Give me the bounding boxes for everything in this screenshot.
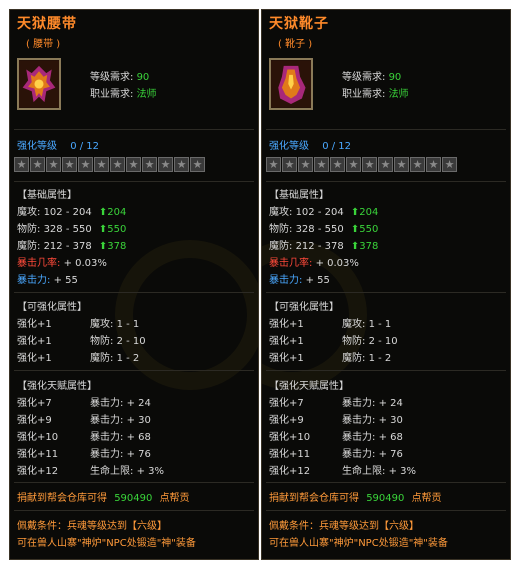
enhance-stars: ★ ★ ★ ★ ★ ★ ★ ★ ★ ★ ★ ★ [14,157,205,172]
enh-attr-value: 魔防: 1 - 2 [342,353,392,364]
belt-icon [17,58,61,110]
item-type: ( 腰带 ) [26,39,61,50]
star-icon: ★ [126,157,141,172]
star-icon: ★ [78,157,93,172]
enh-attr-header: 【可强化属性】 [17,302,87,313]
talent-value: 暴击力: + 30 [342,415,403,426]
item-title: 天狱腰带 [17,16,77,32]
class-requirement: 职业需求: 法师 [90,89,157,100]
enh-attr-value: 魔防: 1 - 2 [90,353,140,364]
donate-info: 捐献到帮会仓库可得 590490 点帮贡 [17,493,190,504]
class-requirement: 职业需求: 法师 [342,89,409,100]
talent-value: 暴击力: + 24 [90,398,151,409]
enh-attr-value: 物防: 2 - 10 [342,336,398,347]
enhance-level: 强化等级 0 / 12 [269,141,352,152]
level-requirement: 等级需求: 90 [90,72,150,83]
enhance-stars: ★ ★ ★ ★ ★ ★ ★ ★ ★ ★ ★ ★ [266,157,457,172]
star-icon: ★ [62,157,77,172]
wear-condition: 佩戴条件：兵魂等级达到【六级】 [269,521,419,532]
base-attr-row: 物防: 328 - 550 ⬆550 [269,224,379,235]
enh-attr-header: 【可强化属性】 [269,302,339,313]
star-icon: ★ [30,157,45,172]
donate-info: 捐献到帮会仓库可得 590490 点帮贡 [269,493,442,504]
star-icon: ★ [442,157,457,172]
talent-value: 生命上限: + 3% [342,466,416,477]
star-icon: ★ [14,157,29,172]
talent-row: 强化+11 [17,449,59,460]
star-icon: ★ [330,157,345,172]
talent-row: 强化+9 [17,415,52,426]
star-icon: ★ [362,157,377,172]
wear-condition: 佩戴条件：兵魂等级达到【六级】 [17,521,167,532]
crit-rate: 暴击几率: + 0.03% [17,258,107,269]
star-icon: ★ [110,157,125,172]
star-icon: ★ [142,157,157,172]
star-icon: ★ [394,157,409,172]
talent-row: 强化+9 [269,415,304,426]
base-attr-row: 魔攻: 102 - 204 ⬆204 [269,207,379,218]
crit-power: 暴击力: + 55 [269,275,330,286]
item-title: 天狱靴子 [269,16,329,32]
boots-icon [269,58,313,110]
talent-value: 暴击力: + 24 [342,398,403,409]
enh-attr-row: 强化+1 [269,319,304,330]
talent-value: 暴击力: + 76 [90,449,151,460]
talent-row: 强化+12 [17,466,59,477]
star-icon: ★ [190,157,205,172]
enhance-level: 强化等级 0 / 12 [17,141,100,152]
star-icon: ★ [266,157,281,172]
talent-value: 暴击力: + 76 [342,449,403,460]
base-attr-row: 魔攻: 102 - 204 ⬆204 [17,207,127,218]
item-type: ( 靴子 ) [278,39,313,50]
star-icon: ★ [282,157,297,172]
base-attr-header: 【基础属性】 [17,190,77,201]
enh-attr-value: 魔攻: 1 - 1 [342,319,392,330]
talent-value: 暴击力: + 68 [90,432,151,443]
star-icon: ★ [410,157,425,172]
level-requirement: 等级需求: 90 [342,72,402,83]
talent-value: 暴击力: + 30 [90,415,151,426]
forge-note: 可在兽人山寨"神炉"NPC处锻造"神"装备 [17,538,196,549]
base-attr-row: 物防: 328 - 550 ⬆550 [17,224,127,235]
star-icon: ★ [378,157,393,172]
base-attr-header: 【基础属性】 [269,190,329,201]
enh-attr-row: 强化+1 [269,336,304,347]
crit-rate: 暴击几率: + 0.03% [269,258,359,269]
talent-row: 强化+12 [269,466,311,477]
talent-header: 【强化天赋属性】 [269,381,349,392]
enh-attr-row: 强化+1 [17,336,52,347]
crit-power: 暴击力: + 55 [17,275,78,286]
talent-row: 强化+10 [269,432,311,443]
star-icon: ★ [46,157,61,172]
star-icon: ★ [174,157,189,172]
enh-attr-row: 强化+1 [17,319,52,330]
base-attr-row: 魔防: 212 - 378 ⬆378 [269,241,379,252]
talent-value: 暴击力: + 68 [342,432,403,443]
talent-header: 【强化天赋属性】 [17,381,97,392]
enh-attr-row: 强化+1 [17,353,52,364]
talent-row: 强化+7 [17,398,52,409]
item-tooltip-belt: 天狱腰带 ( 腰带 ) 等级需求: 90 职业需求: 法师 强化等级 0 / 1… [9,9,259,560]
star-icon: ★ [426,157,441,172]
star-icon: ★ [298,157,313,172]
item-tooltip-boots: 天狱靴子 ( 靴子 ) 等级需求: 90 职业需求: 法师 强化等级 0 / 1… [261,9,511,560]
talent-value: 生命上限: + 3% [90,466,164,477]
star-icon: ★ [158,157,173,172]
star-icon: ★ [94,157,109,172]
base-attr-row: 魔防: 212 - 378 ⬆378 [17,241,127,252]
enh-attr-value: 魔攻: 1 - 1 [90,319,140,330]
talent-row: 强化+11 [269,449,311,460]
enh-attr-value: 物防: 2 - 10 [90,336,146,347]
talent-row: 强化+10 [17,432,59,443]
forge-note: 可在兽人山寨"神炉"NPC处锻造"神"装备 [269,538,448,549]
enh-attr-row: 强化+1 [269,353,304,364]
star-icon: ★ [346,157,361,172]
talent-row: 强化+7 [269,398,304,409]
star-icon: ★ [314,157,329,172]
